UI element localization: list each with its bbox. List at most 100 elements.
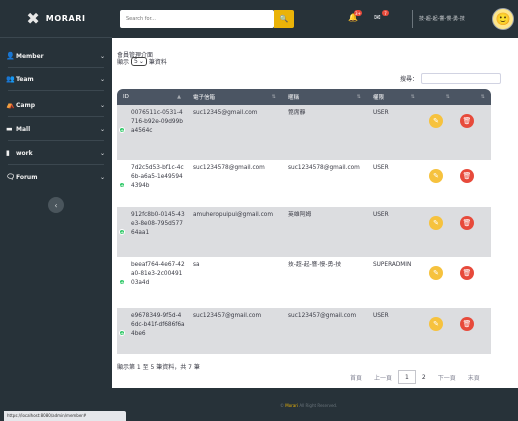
chevron-down-icon: ⌄	[100, 173, 106, 181]
sidebar-item-forum[interactable]: 🗨 Forum ⌄	[0, 169, 112, 185]
table-row: +7d2c5d53-bf1c-4c6b-a6a5-1e495944394b su…	[117, 160, 491, 207]
edit-user-button[interactable]: ✎	[429, 169, 443, 183]
edit-user-button[interactable]: ✎	[429, 317, 443, 331]
avatar-face-icon: 🙂	[495, 12, 511, 26]
cell-delete: 🗑	[456, 257, 491, 308]
search-button[interactable]: 🔍	[274, 10, 294, 28]
cell-role: USER	[373, 110, 389, 116]
cell-delete: 🗑	[456, 207, 491, 257]
file-icon: ▮	[6, 149, 10, 157]
column-header-nickname[interactable]: 暱稱 ⇅	[282, 89, 367, 105]
page-button-1[interactable]: 1	[398, 370, 416, 384]
cell-id: +0076511c-0531-4716-b92e-09d99ba4564c	[119, 110, 183, 134]
cell-role: USER	[373, 212, 389, 218]
page-next-button[interactable]: 下一頁	[432, 370, 462, 384]
sidebar-item-member[interactable]: 👤 Member ⌄	[0, 48, 112, 64]
page-first-button[interactable]: 首頁	[344, 370, 368, 384]
cell-nickname: suc1234578@gmail.com	[288, 165, 360, 171]
envelope-icon[interactable]: ✉	[374, 13, 381, 22]
cell-nickname: 英雄阿姆	[288, 212, 312, 218]
delete-user-button[interactable]: 🗑	[460, 317, 474, 331]
cell-email: sa	[193, 262, 200, 268]
user-name[interactable]: 技-超-起-響-慢-勇-技	[419, 15, 465, 22]
chevron-down-icon: ⌄	[100, 101, 106, 109]
cell-edit: ✎	[421, 105, 456, 160]
sidebar-item-work[interactable]: ▮ work ⌄	[0, 145, 112, 161]
cell-role: USER	[373, 313, 389, 319]
messages-badge: 7	[382, 10, 389, 16]
column-header-delete[interactable]: ⇅	[456, 89, 491, 105]
cell-edit: ✎	[421, 160, 456, 207]
page-last-button[interactable]: 末頁	[462, 370, 486, 384]
length-control: 顯示 5 ⌄ 筆資料	[117, 57, 167, 66]
brand[interactable]: ✖ MORARI	[0, 0, 112, 38]
page-length-select[interactable]: 5 ⌄	[131, 57, 147, 66]
chevron-down-icon: ⌄	[100, 125, 106, 133]
chevron-left-icon: ‹	[54, 200, 58, 210]
expand-row-icon[interactable]: +	[119, 330, 125, 337]
sidebar-item-mall[interactable]: ▬ Mall ⌄	[0, 121, 112, 137]
column-header-role[interactable]: 權限 ⇅	[367, 89, 421, 105]
expand-row-icon[interactable]: +	[119, 182, 125, 189]
sidebar-item-label: Team	[16, 75, 34, 83]
search-input[interactable]	[120, 10, 274, 28]
table-row: + beeaf764-4e67-42a0-81e3-2c0049103a4d sa…	[117, 257, 491, 308]
table-info: 顯示第 1 至 5 筆資料，共 7 筆	[117, 364, 200, 371]
column-header-id[interactable]: ID ▲	[117, 89, 187, 105]
edit-user-button[interactable]: ✎	[429, 216, 443, 230]
avatar[interactable]: 🙂	[492, 8, 514, 30]
cell-delete: 🗑	[456, 105, 491, 160]
cell-id: +912fc8b0-0145-43e3-8e08-795d57764aa1	[119, 212, 185, 236]
expand-row-icon[interactable]: +	[119, 229, 125, 236]
footer-copyright: © Morari All Right Reserved.	[280, 403, 338, 408]
cell-role: USER	[373, 165, 389, 171]
sidebar-divider	[8, 164, 104, 165]
cell-email: suc12345@gmail.com	[193, 110, 258, 116]
filter-input[interactable]	[421, 73, 502, 84]
sort-icon: ⇅	[271, 94, 276, 100]
cell-delete: 🗑	[456, 160, 491, 207]
delete-user-button[interactable]: 🗑	[460, 114, 474, 128]
cell-nickname: 技-超-起-響-慢-勇-技	[288, 262, 342, 268]
sidebar-item-label: Member	[16, 52, 44, 60]
length-prefix: 顯示	[117, 59, 130, 66]
sidebar-item-camp[interactable]: ⛺ Camp ⌄	[0, 97, 112, 113]
forum-icon: 🗨	[6, 173, 15, 181]
column-header-email[interactable]: 電子信箱 ⇅	[187, 89, 282, 105]
chevron-down-icon: ⌄	[100, 149, 106, 157]
sort-icon: ⇅	[356, 94, 361, 100]
page-prev-button[interactable]: 上一頁	[368, 370, 398, 384]
user-icon: 👤	[6, 52, 15, 60]
page-length-value: 5	[134, 58, 138, 65]
edit-user-button[interactable]: ✎	[429, 114, 443, 128]
page-button-2[interactable]: 2	[416, 370, 432, 384]
sidebar-item-team[interactable]: 👥 Team ⌄	[0, 71, 112, 87]
cell-edit: ✎	[421, 308, 456, 354]
column-header-edit[interactable]: ⇅	[421, 89, 456, 105]
footer: © Morari All Right Reserved.	[112, 388, 518, 421]
cell-id: + e9678349-9f5d-46dc-b41f-df686f6a4be6	[119, 313, 185, 337]
sidebar-toggle-button[interactable]: ‹	[48, 197, 64, 213]
brand-name: MORARI	[45, 14, 86, 23]
main-content: 會員管理介面 顯示 5 ⌄ 筆資料 搜尋： ID ▲ 電子信箱 ⇅ 暱稱 ⇅ 權限 ⇅ …	[112, 38, 518, 388]
cell-delete: 🗑	[456, 308, 491, 354]
edit-user-button[interactable]: ✎	[429, 266, 443, 280]
delete-user-button[interactable]: 🗑	[460, 216, 474, 230]
sidebar-item-label: Mall	[16, 125, 31, 133]
table-filter: 搜尋：	[400, 73, 502, 84]
filter-label: 搜尋：	[400, 76, 419, 83]
delete-user-button[interactable]: 🗑	[460, 169, 474, 183]
expand-row-icon[interactable]: +	[119, 279, 125, 286]
topbar: 🔍 🔔 3+ ✉ 7 技-超-起-響-慢-勇-技 🙂	[112, 0, 518, 38]
sidebar-divider	[8, 67, 104, 68]
sidebar-divider	[8, 90, 104, 91]
sidebar-item-label: Camp	[16, 101, 35, 109]
table-row: +912fc8b0-0145-43e3-8e08-795d57764aa1 am…	[117, 207, 491, 257]
cell-email: suc123457@gmail.com	[193, 313, 262, 319]
expand-row-icon[interactable]: +	[119, 127, 125, 134]
sidebar: ✖ MORARI 👤 Member ⌄ 👥 Team ⌄ ⛺ Camp ⌄ ▬ …	[0, 0, 112, 421]
delete-user-button[interactable]: 🗑	[460, 266, 474, 280]
cell-id: +7d2c5d53-bf1c-4c6b-a6a5-1e495944394b	[119, 165, 184, 189]
sort-asc-icon: ▲	[177, 94, 181, 100]
sidebar-item-label: Forum	[16, 173, 38, 181]
